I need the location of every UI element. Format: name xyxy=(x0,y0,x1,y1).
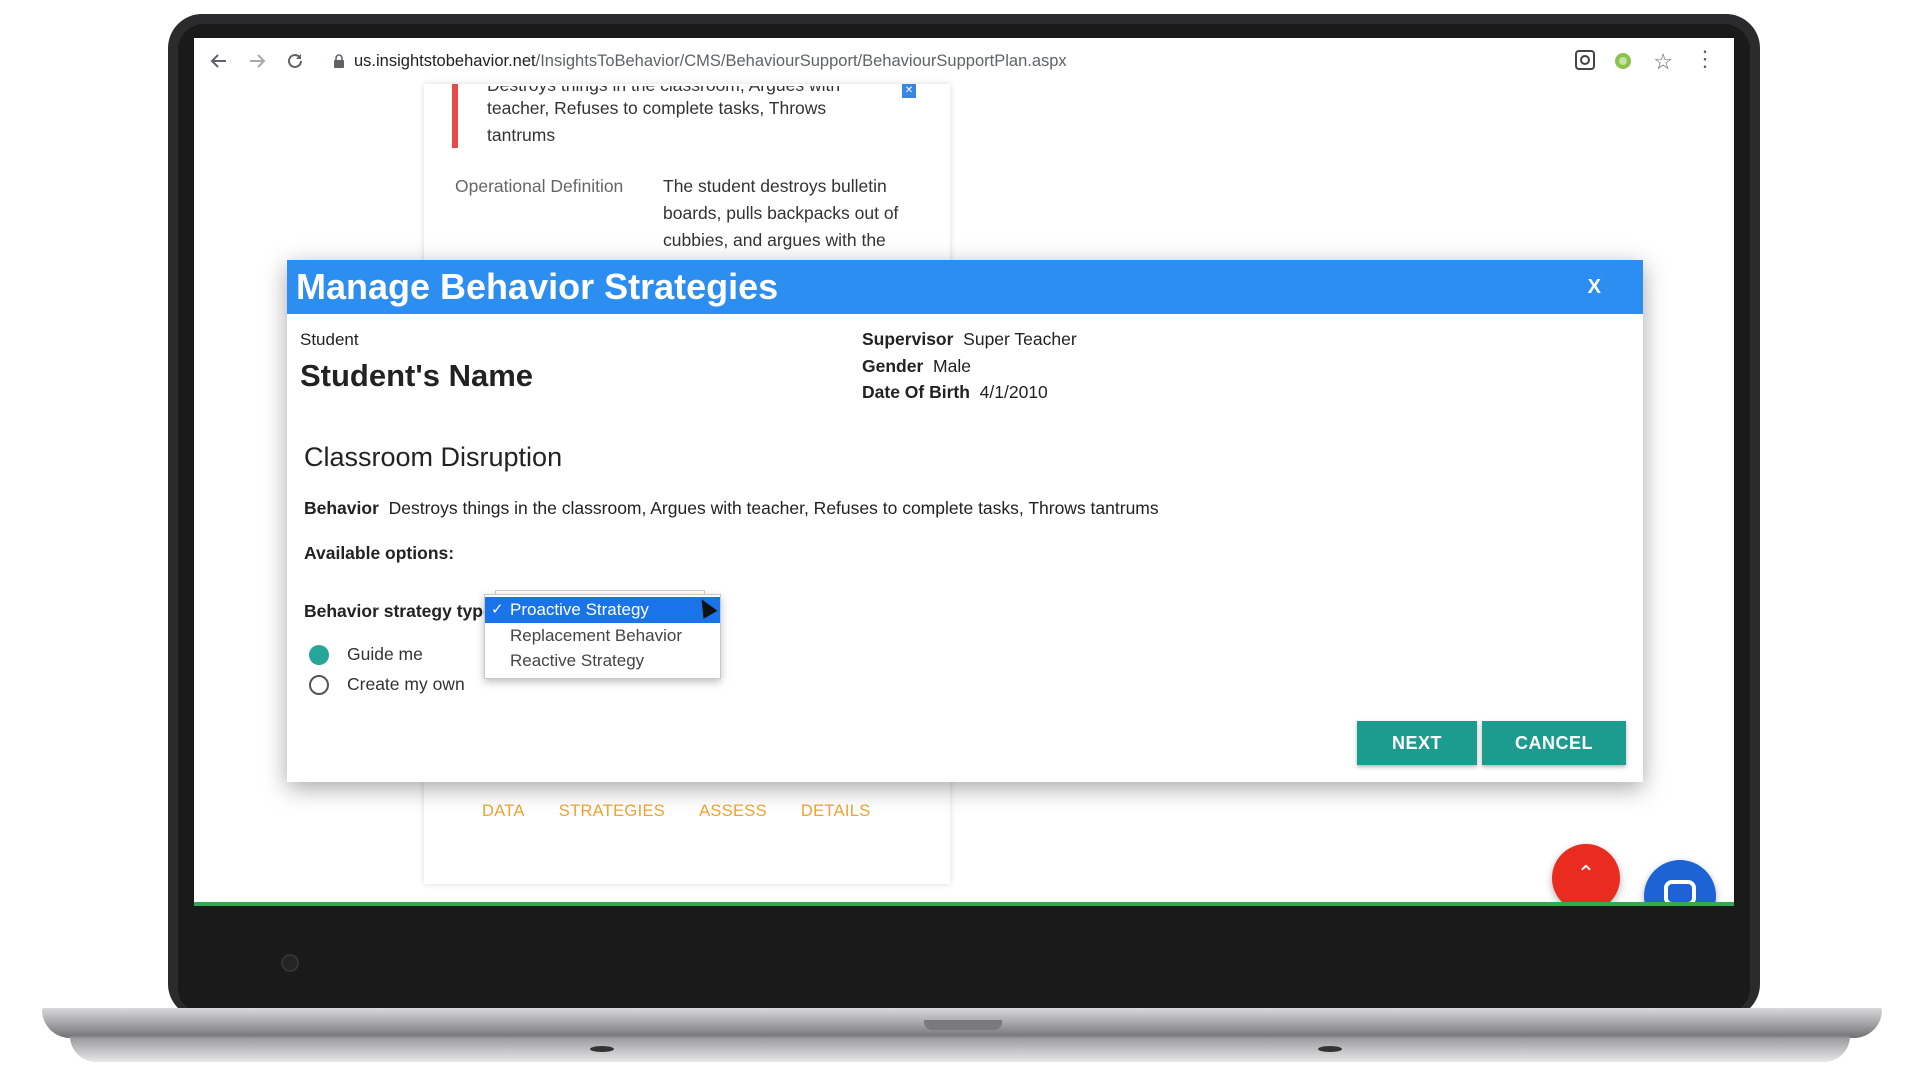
gender-label: Gender xyxy=(862,355,924,376)
laptop-foot xyxy=(590,1046,614,1052)
laptop-notch xyxy=(924,1020,1002,1030)
radio-label: Create my own xyxy=(347,674,465,694)
option-replacement-behavior[interactable]: Replacement Behavior xyxy=(485,623,720,649)
screenshot-extension-icon[interactable] xyxy=(1574,49,1598,73)
radio-checked-icon[interactable] xyxy=(309,644,329,665)
reload-icon[interactable] xyxy=(276,42,314,80)
option-proactive-strategy[interactable]: ✓ Proactive Strategy xyxy=(485,597,720,623)
available-options-label: Available options: xyxy=(304,543,455,563)
laptop-frame: us.insightstobehavior.net/InsightsToBeha… xyxy=(0,0,1920,1080)
browser-menu-icon[interactable]: ⋮ xyxy=(1694,46,1716,72)
browser-toolbar: us.insightstobehavior.net/InsightsToBeha… xyxy=(194,38,1734,84)
section-title: Classroom Disruption xyxy=(304,442,563,472)
tab-data[interactable]: DATA xyxy=(482,802,525,821)
behavior-value: Destroys things in the classroom, Argues… xyxy=(388,498,1159,518)
chevron-up-icon: ⌃ xyxy=(1576,861,1596,886)
operational-definition-text: The student destroys bulletin xyxy=(663,176,887,196)
bg-behavior-text: teacher, Refuses to complete tasks, Thro… xyxy=(487,98,827,118)
manage-behavior-strategies-modal: Manage Behavior Strategies X Student Stu… xyxy=(287,260,1643,782)
supervisor-label: Supervisor xyxy=(862,329,954,349)
lock-icon[interactable] xyxy=(324,54,354,68)
card-tabs: DATA STRATEGIES ASSESS DETAILS xyxy=(482,802,871,821)
radio-create-my-own[interactable]: Create my own xyxy=(309,674,465,695)
strategy-type-label: Behavior strategy type xyxy=(304,601,493,621)
laptop-shadow xyxy=(70,1036,1850,1062)
dob-value: 4/1/2010 xyxy=(979,382,1048,402)
edit-icon[interactable]: ✕ xyxy=(902,84,916,98)
webcam xyxy=(281,954,299,972)
operational-definition-text: cubbies, and argues with the xyxy=(663,230,886,250)
forward-icon[interactable] xyxy=(238,42,276,80)
student-name: Student's Name xyxy=(300,358,534,393)
modal-header: Manage Behavior Strategies X xyxy=(287,260,1643,314)
gender-value: Male xyxy=(933,355,971,376)
option-reactive-strategy[interactable]: Reactive Strategy xyxy=(485,648,720,674)
close-button[interactable]: X xyxy=(1588,276,1601,299)
back-icon[interactable] xyxy=(200,42,238,80)
behavior-row: Behavior Destroys things in the classroo… xyxy=(304,498,1159,519)
url-text[interactable]: us.insightstobehavior.net/InsightsToBeha… xyxy=(354,52,1067,71)
radio-guide-me[interactable]: Guide me xyxy=(309,644,423,665)
radio-label: Guide me xyxy=(347,644,423,664)
radio-unchecked-icon[interactable] xyxy=(309,674,329,695)
option-label: Reactive Strategy xyxy=(510,651,645,670)
student-info: Supervisor Super Teacher Gender Male Dat… xyxy=(862,326,1077,406)
dob-label: Date Of Birth xyxy=(862,382,970,402)
strategy-type-dropdown[interactable]: ✓ Proactive Strategy Replacement Behavio… xyxy=(484,594,721,679)
screen: us.insightstobehavior.net/InsightsToBeha… xyxy=(194,38,1734,906)
check-icon: ✓ xyxy=(491,601,504,618)
operational-definition-label: Operational Definition xyxy=(455,176,624,196)
cancel-button[interactable]: CANCEL xyxy=(1482,721,1626,765)
operational-definition-text: boards, pulls backpacks out of xyxy=(663,203,899,223)
behavior-label: Behavior xyxy=(304,498,379,518)
green-extension-icon[interactable] xyxy=(1612,49,1636,73)
tab-strategies[interactable]: STRATEGIES xyxy=(559,802,665,821)
supervisor-value: Super Teacher xyxy=(963,329,1077,349)
modal-title: Manage Behavior Strategies xyxy=(296,266,779,307)
tab-details[interactable]: DETAILS xyxy=(801,802,871,821)
next-button[interactable]: NEXT xyxy=(1357,721,1477,765)
student-label: Student xyxy=(300,330,359,349)
page-bottom-accent xyxy=(194,902,1734,906)
option-label: Replacement Behavior xyxy=(510,625,682,645)
bg-behavior-text: tantrums xyxy=(487,125,556,145)
option-label: Proactive Strategy xyxy=(510,600,649,619)
laptop-foot xyxy=(1318,1046,1342,1052)
behavior-severity-bar xyxy=(452,84,458,148)
scroll-to-top-button[interactable]: ⌃ xyxy=(1552,844,1620,906)
bookmark-star-icon[interactable]: ☆ xyxy=(1653,49,1673,75)
address-bar[interactable]: us.insightstobehavior.net/InsightsToBeha… xyxy=(324,43,1689,79)
tab-assess[interactable]: ASSESS xyxy=(699,802,767,821)
chat-button[interactable] xyxy=(1644,860,1716,906)
